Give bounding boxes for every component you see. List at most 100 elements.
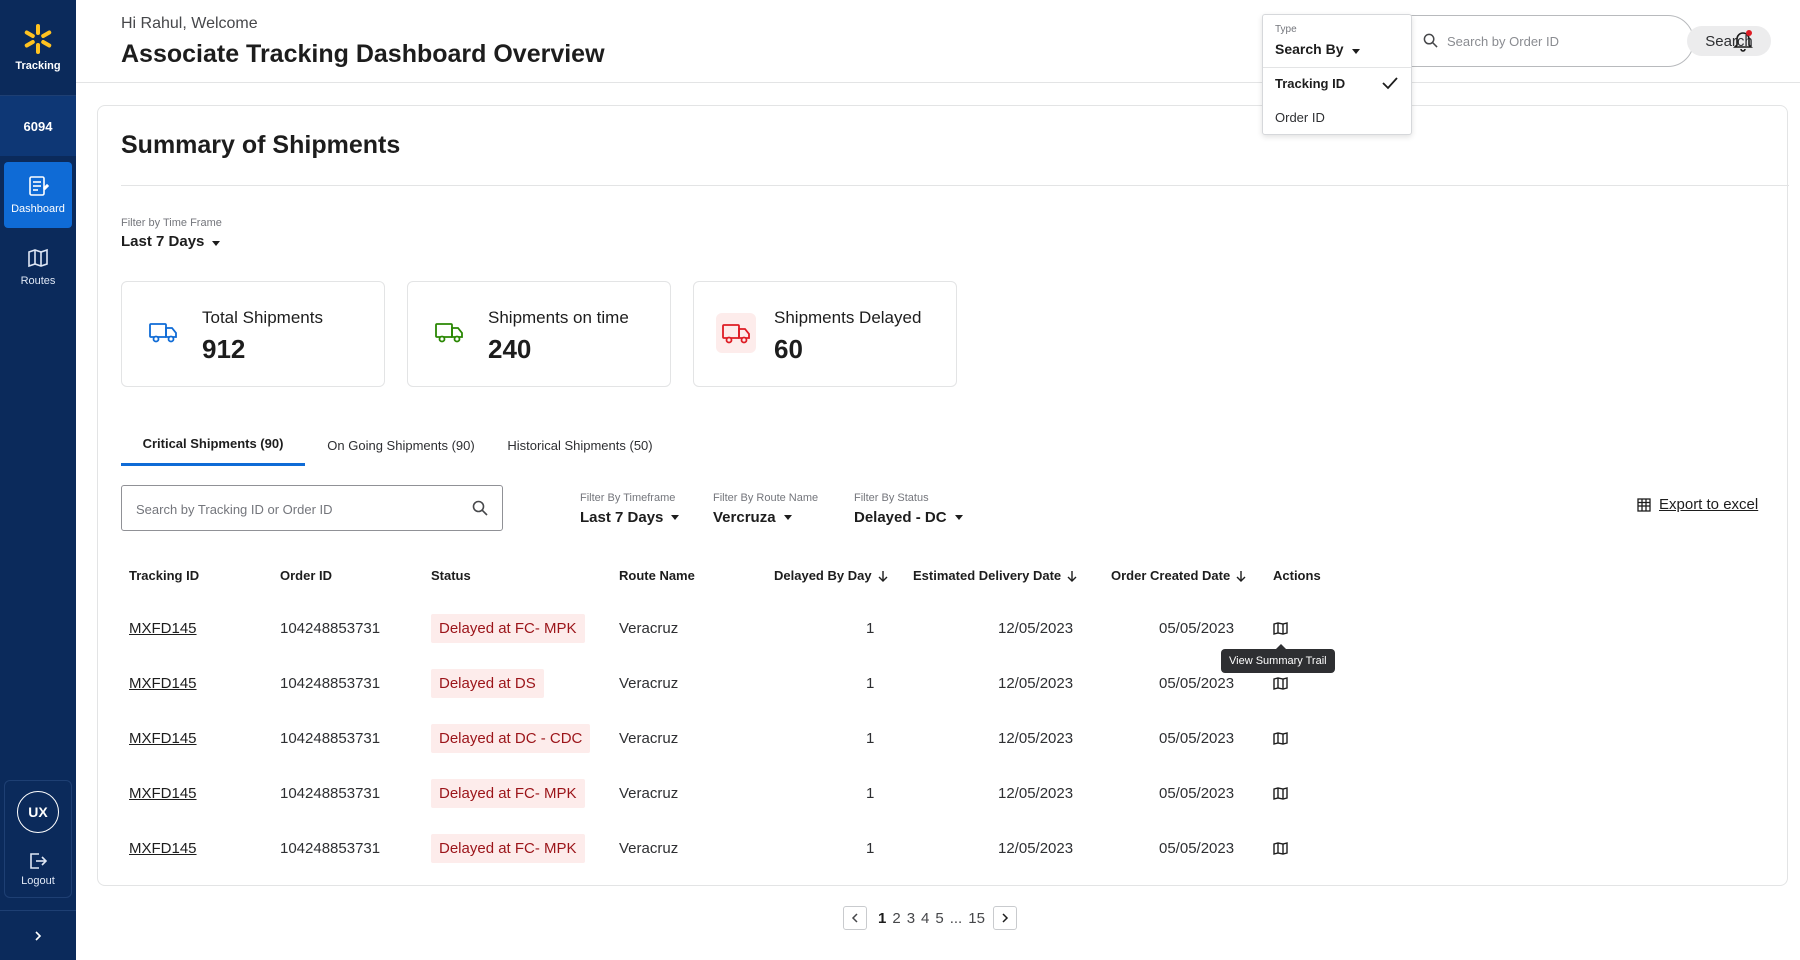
export-to-excel-link[interactable]: Export to excel: [1637, 496, 1758, 513]
chevron-right-icon: [1002, 913, 1008, 923]
logout-button[interactable]: Logout: [21, 851, 55, 887]
tab-ongoing-shipments[interactable]: On Going Shipments (90): [319, 424, 483, 466]
option-tracking-id[interactable]: Tracking ID: [1275, 76, 1345, 91]
chevron-left-icon: [851, 913, 858, 923]
delayed-by-day: 1: [866, 785, 875, 802]
stat-delayed: Shipments Delayed 60: [693, 281, 957, 387]
search-icon[interactable]: [472, 500, 488, 516]
truck-icon: [149, 323, 177, 343]
caret-down-icon: [954, 515, 963, 520]
estimated-delivery-date: 12/05/2023: [998, 785, 1074, 802]
column-header-order-created-date[interactable]: Order Created Date: [1111, 568, 1246, 583]
column-header-tracking-id: Tracking ID: [129, 568, 200, 583]
filter-label: Filter By Status: [854, 492, 929, 504]
order-id: 104248853731: [280, 620, 381, 637]
caret-down-icon: [212, 241, 221, 246]
status-cell: Delayed at FC- MPK: [431, 601, 585, 656]
time-frame-select[interactable]: Last 7 Days: [121, 233, 221, 250]
brand-logo[interactable]: Tracking: [0, 0, 76, 96]
tab-critical-shipments[interactable]: Critical Shipments (90): [121, 424, 305, 466]
column-header-label: Order Created Date: [1111, 568, 1231, 583]
table-search-input[interactable]: [136, 498, 456, 520]
view-summary-trail-button[interactable]: [1273, 821, 1288, 876]
sidebar-item-label: Dashboard: [11, 203, 65, 215]
map-icon: [1273, 842, 1288, 855]
spreadsheet-icon: [1637, 497, 1651, 512]
table-row: MXFD145 104248853731 Delayed at DC - CDC…: [98, 711, 1787, 766]
sidebar-bottom: UX Logout: [0, 780, 76, 960]
search-button[interactable]: Search: [1687, 26, 1771, 56]
brand-label: Tracking: [15, 59, 61, 72]
stat-value: 60: [774, 334, 803, 364]
page-ellipsis: ...: [949, 909, 963, 927]
filter-route-name[interactable]: Filter By Route Name Vercruza: [713, 492, 818, 526]
estimated-delivery-date: 12/05/2023: [998, 840, 1074, 857]
order-created-date: 05/05/2023: [1159, 785, 1235, 802]
stat-on-time: Shipments on time 240: [407, 281, 671, 387]
route-name: Veracruz: [619, 730, 679, 747]
export-label: Export to excel: [1659, 496, 1759, 513]
order-search-input[interactable]: [1447, 28, 1617, 54]
status-badge: Delayed at FC- MPK: [431, 834, 585, 863]
sidebar-item-routes[interactable]: Routes: [4, 234, 72, 300]
estimated-delivery-date: 12/05/2023: [998, 675, 1074, 692]
bell-icon[interactable]: [1733, 30, 1753, 52]
type-dropdown[interactable]: Type Search By Tracking ID Order ID: [1262, 14, 1412, 135]
column-header-actions: Actions: [1273, 568, 1321, 583]
spark-icon: [23, 23, 53, 54]
filter-value: Delayed - DC: [854, 509, 947, 526]
chevron-right-icon: [35, 930, 42, 941]
delayed-by-day: 1: [866, 840, 875, 857]
delayed-by-day: 1: [866, 620, 875, 637]
stat-value: 912: [202, 334, 246, 364]
type-selected[interactable]: Search By: [1275, 41, 1361, 57]
page-number[interactable]: 3: [907, 910, 915, 927]
page-number[interactable]: 15: [968, 910, 985, 927]
next-page-button[interactable]: [992, 906, 1017, 930]
tracking-id-link[interactable]: MXFD145: [129, 601, 197, 656]
search-icon: [1423, 33, 1438, 48]
column-header-delayed-by-day[interactable]: Delayed By Day: [774, 568, 888, 583]
truck-icon: [435, 323, 463, 343]
dashboard-icon: [29, 176, 49, 196]
check-icon: [1382, 77, 1398, 90]
type-label: Type: [1275, 24, 1297, 35]
status-cell: Delayed at FC- MPK: [431, 821, 585, 876]
tracking-id-link[interactable]: MXFD145: [129, 821, 197, 876]
status-badge: Delayed at DC - CDC: [431, 724, 591, 753]
tracking-id-link[interactable]: MXFD145: [129, 766, 197, 821]
status-cell: Delayed at DC - CDC: [431, 711, 591, 766]
page-number[interactable]: 5: [935, 910, 943, 927]
arrow-down-icon: [878, 570, 888, 582]
greeting: Hi Rahul, Welcome: [121, 15, 258, 32]
stat-value: 240: [488, 334, 532, 364]
estimated-delivery-date: 12/05/2023: [998, 620, 1074, 637]
tracking-id-link[interactable]: MXFD145: [129, 656, 197, 711]
column-header-estimated-delivery-date[interactable]: Estimated Delivery Date: [913, 568, 1077, 583]
view-summary-trail-button[interactable]: [1273, 711, 1288, 766]
order-created-date: 05/05/2023: [1159, 730, 1235, 747]
delayed-by-day: 1: [866, 675, 875, 692]
avatar[interactable]: UX: [17, 791, 59, 833]
column-header-order-id: Order ID: [280, 568, 333, 583]
page-number[interactable]: 1: [878, 910, 886, 927]
expand-sidebar-button[interactable]: [0, 910, 76, 960]
filter-timeframe[interactable]: Filter By Timeframe Last 7 Days: [580, 492, 680, 526]
page-number[interactable]: 4: [921, 910, 929, 927]
order-id: 104248853731: [280, 730, 381, 747]
table-row: MXFD145 104248853731 Delayed at FC- MPK …: [98, 601, 1787, 656]
table-search: [121, 485, 503, 531]
sidebar-item-dashboard[interactable]: Dashboard: [4, 162, 72, 228]
caret-down-icon: [671, 515, 680, 520]
view-summary-trail-button[interactable]: [1273, 766, 1288, 821]
tracking-id-link[interactable]: MXFD145: [129, 711, 197, 766]
filter-status[interactable]: Filter By Status Delayed - DC: [854, 492, 963, 526]
previous-page-button[interactable]: [843, 906, 867, 930]
map-icon: [1273, 677, 1288, 690]
page-number[interactable]: 2: [892, 910, 900, 927]
column-header-route-name: Route Name: [619, 568, 695, 583]
status-cell: Delayed at FC- MPK: [431, 766, 585, 821]
sidebar-item-label: Routes: [20, 275, 56, 287]
tab-historical-shipments[interactable]: Historical Shipments (50): [499, 424, 661, 466]
option-order-id[interactable]: Order ID: [1275, 110, 1325, 125]
